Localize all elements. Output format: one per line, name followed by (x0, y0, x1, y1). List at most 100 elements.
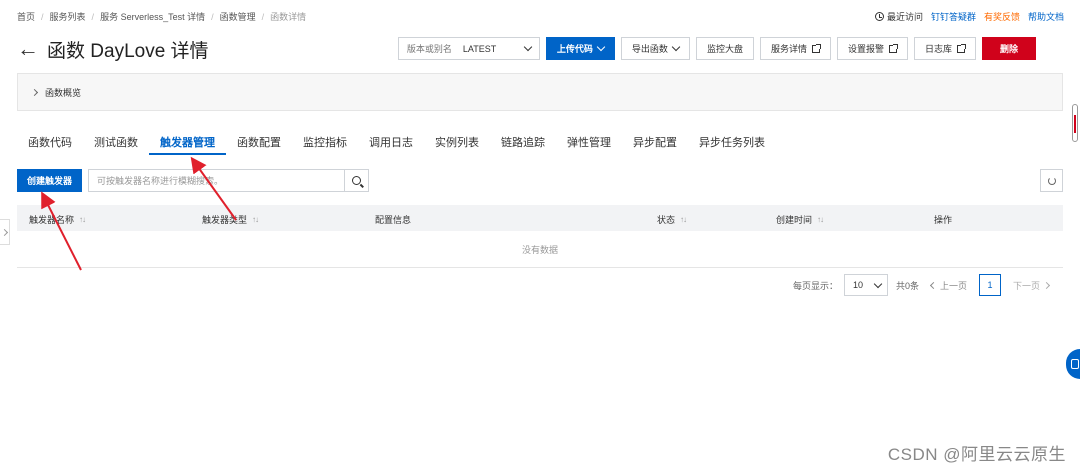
set-alerts-label: 设置报警 (847, 44, 884, 54)
version-alias-label: 版本或别名 (406, 44, 452, 54)
scrollbar[interactable] (1072, 104, 1078, 142)
breadcrumb-service-detail[interactable]: 服务 Serverless_Test 详情 (100, 10, 205, 23)
breadcrumb-separator: / (211, 11, 214, 22)
tab-instance-list[interactable]: 实例列表 (424, 128, 490, 155)
floating-assistant-button[interactable] (1066, 349, 1080, 379)
tab-test-function[interactable]: 测试函数 (83, 128, 149, 155)
column-trigger-type[interactable]: 触发器类型 ↑↓ (202, 213, 259, 226)
feedback-link[interactable]: 有奖反馈 (984, 10, 1020, 23)
breadcrumb-current: 函数详情 (270, 12, 307, 22)
next-page-label: 下一页 (1012, 280, 1040, 291)
search-button[interactable] (344, 170, 368, 191)
monitor-dashboard-label: 监控大盘 (706, 44, 743, 54)
chevron-left-icon (929, 281, 938, 289)
logstore-button[interactable]: 日志库 (913, 37, 976, 60)
chevron-down-icon (596, 42, 606, 52)
chevron-down-icon (873, 279, 883, 288)
page-header: ← 函数 DayLove 详情 (17, 36, 209, 62)
column-actions: 操作 (934, 213, 952, 226)
external-link-icon (888, 43, 898, 53)
breadcrumb-home[interactable]: 首页 (17, 10, 35, 23)
upload-code-button[interactable]: 上传代码 (545, 37, 615, 60)
external-link-icon (811, 43, 821, 53)
table-empty-state: 没有数据 (17, 231, 1063, 268)
delete-button[interactable]: 删除 (982, 37, 1036, 60)
recent-visits-label: 最近访问 (886, 12, 923, 22)
tab-tracing[interactable]: 链路追踪 (490, 128, 556, 155)
current-page[interactable]: 1 (978, 274, 1001, 296)
logstore-label: 日志库 (924, 44, 952, 54)
tab-invocation-logs[interactable]: 调用日志 (358, 128, 424, 155)
chevron-down-icon (671, 42, 681, 52)
column-label: 操作 (934, 215, 953, 225)
sort-icon: ↑↓ (817, 215, 824, 224)
column-label: 创建时间 (776, 215, 813, 225)
help-docs-link[interactable]: 帮助文档 (1028, 10, 1064, 23)
column-label: 配置信息 (375, 215, 412, 225)
back-arrow-icon[interactable]: ← (17, 38, 39, 60)
column-created-time[interactable]: 创建时间 ↑↓ (776, 213, 824, 226)
column-trigger-name[interactable]: 触发器名称 ↑↓ (29, 213, 86, 226)
chevron-right-icon (0, 228, 9, 236)
recent-visits-link[interactable]: 最近访问 (874, 10, 923, 23)
trigger-search-input[interactable] (89, 170, 344, 191)
tab-function-code[interactable]: 函数代码 (17, 128, 83, 155)
refresh-icon (1047, 176, 1056, 185)
column-label: 触发器类型 (202, 215, 248, 225)
search-icon (352, 176, 361, 185)
per-page-label: 每页显示： (792, 280, 838, 291)
next-page-button[interactable]: 下一页 (1012, 279, 1051, 292)
column-status[interactable]: 状态 ↑↓ (657, 213, 687, 226)
refresh-button[interactable] (1040, 169, 1063, 192)
create-trigger-button[interactable]: 创建触发器 (17, 169, 82, 192)
trigger-table-header: 触发器名称 ↑↓ 触发器类型 ↑↓ 配置信息 状态 ↑↓ 创建时间 ↑↓ 操作 (17, 205, 1063, 231)
service-details-label: 服务详情 (770, 44, 807, 54)
chevron-right-icon (1042, 281, 1051, 289)
breadcrumb-separator: / (261, 11, 265, 22)
trigger-toolbar: 创建触发器 (17, 169, 1063, 192)
upload-code-label: 上传代码 (556, 44, 593, 54)
chevron-down-icon (523, 42, 533, 52)
monitor-dashboard-button[interactable]: 监控大盘 (695, 37, 754, 60)
breadcrumb-function-manage[interactable]: 函数管理 (220, 10, 256, 23)
total-count: 共0条 (895, 280, 919, 291)
clock-icon (874, 12, 884, 21)
tab-elastic-management[interactable]: 弹性管理 (556, 128, 622, 155)
breadcrumb-service-list[interactable]: 服务列表 (50, 10, 86, 23)
sort-icon: ↑↓ (680, 215, 687, 224)
header-actions: 版本或别名 LATEST 上传代码 导出函数 监控大盘 服务详情 设置报警 日志… (397, 37, 1036, 60)
prev-page-label: 上一页 (939, 280, 967, 291)
tab-async-task-list[interactable]: 异步任务列表 (688, 128, 776, 155)
pagination: 每页显示： 10 共0条 上一页 1 下一页 (793, 273, 1055, 297)
top-bar: 首页 / 服务列表 / 服务 Serverless_Test 详情 / 函数管理… (0, 0, 1080, 30)
prev-page-button[interactable]: 上一页 (929, 279, 967, 292)
tab-async-config[interactable]: 异步配置 (622, 128, 688, 155)
tab-trigger-management[interactable]: 触发器管理 (149, 128, 226, 155)
function-tabs: 函数代码 测试函数 触发器管理 函数配置 监控指标 调用日志 实例列表 链路追踪… (17, 128, 1063, 155)
version-alias-value: LATEST (462, 43, 497, 54)
tab-monitoring-metrics[interactable]: 监控指标 (292, 128, 358, 155)
page-title: 函数 DayLove 详情 (47, 40, 209, 62)
sort-icon: ↑↓ (79, 215, 86, 224)
function-overview-label: 函数概览 (45, 87, 82, 98)
top-links: 最近访问 钉钉答疑群 有奖反馈 帮助文档 (874, 10, 1064, 23)
column-label: 状态 (657, 215, 676, 225)
chevron-right-icon (30, 88, 39, 96)
sidebar-toggle[interactable] (0, 219, 10, 245)
service-details-button[interactable]: 服务详情 (759, 37, 831, 60)
set-alerts-button[interactable]: 设置报警 (836, 37, 908, 60)
breadcrumb: 首页 / 服务列表 / 服务 Serverless_Test 详情 / 函数管理… (17, 10, 306, 23)
breadcrumb-separator: / (41, 11, 44, 22)
external-link-icon (957, 43, 966, 53)
export-function-label: 导出函数 (631, 44, 668, 54)
dingtalk-group-link[interactable]: 钉钉答疑群 (931, 10, 976, 23)
trigger-search (88, 169, 369, 192)
column-label: 触发器名称 (29, 215, 75, 225)
column-config-info: 配置信息 (375, 213, 411, 226)
breadcrumb-separator: / (91, 11, 95, 22)
export-function-button[interactable]: 导出函数 (620, 37, 690, 60)
function-overview-panel[interactable]: 函数概览 (17, 73, 1063, 111)
version-alias-select[interactable]: 版本或别名 LATEST (397, 37, 540, 60)
tab-function-config[interactable]: 函数配置 (226, 128, 292, 155)
per-page-select[interactable]: 10 (843, 274, 888, 296)
